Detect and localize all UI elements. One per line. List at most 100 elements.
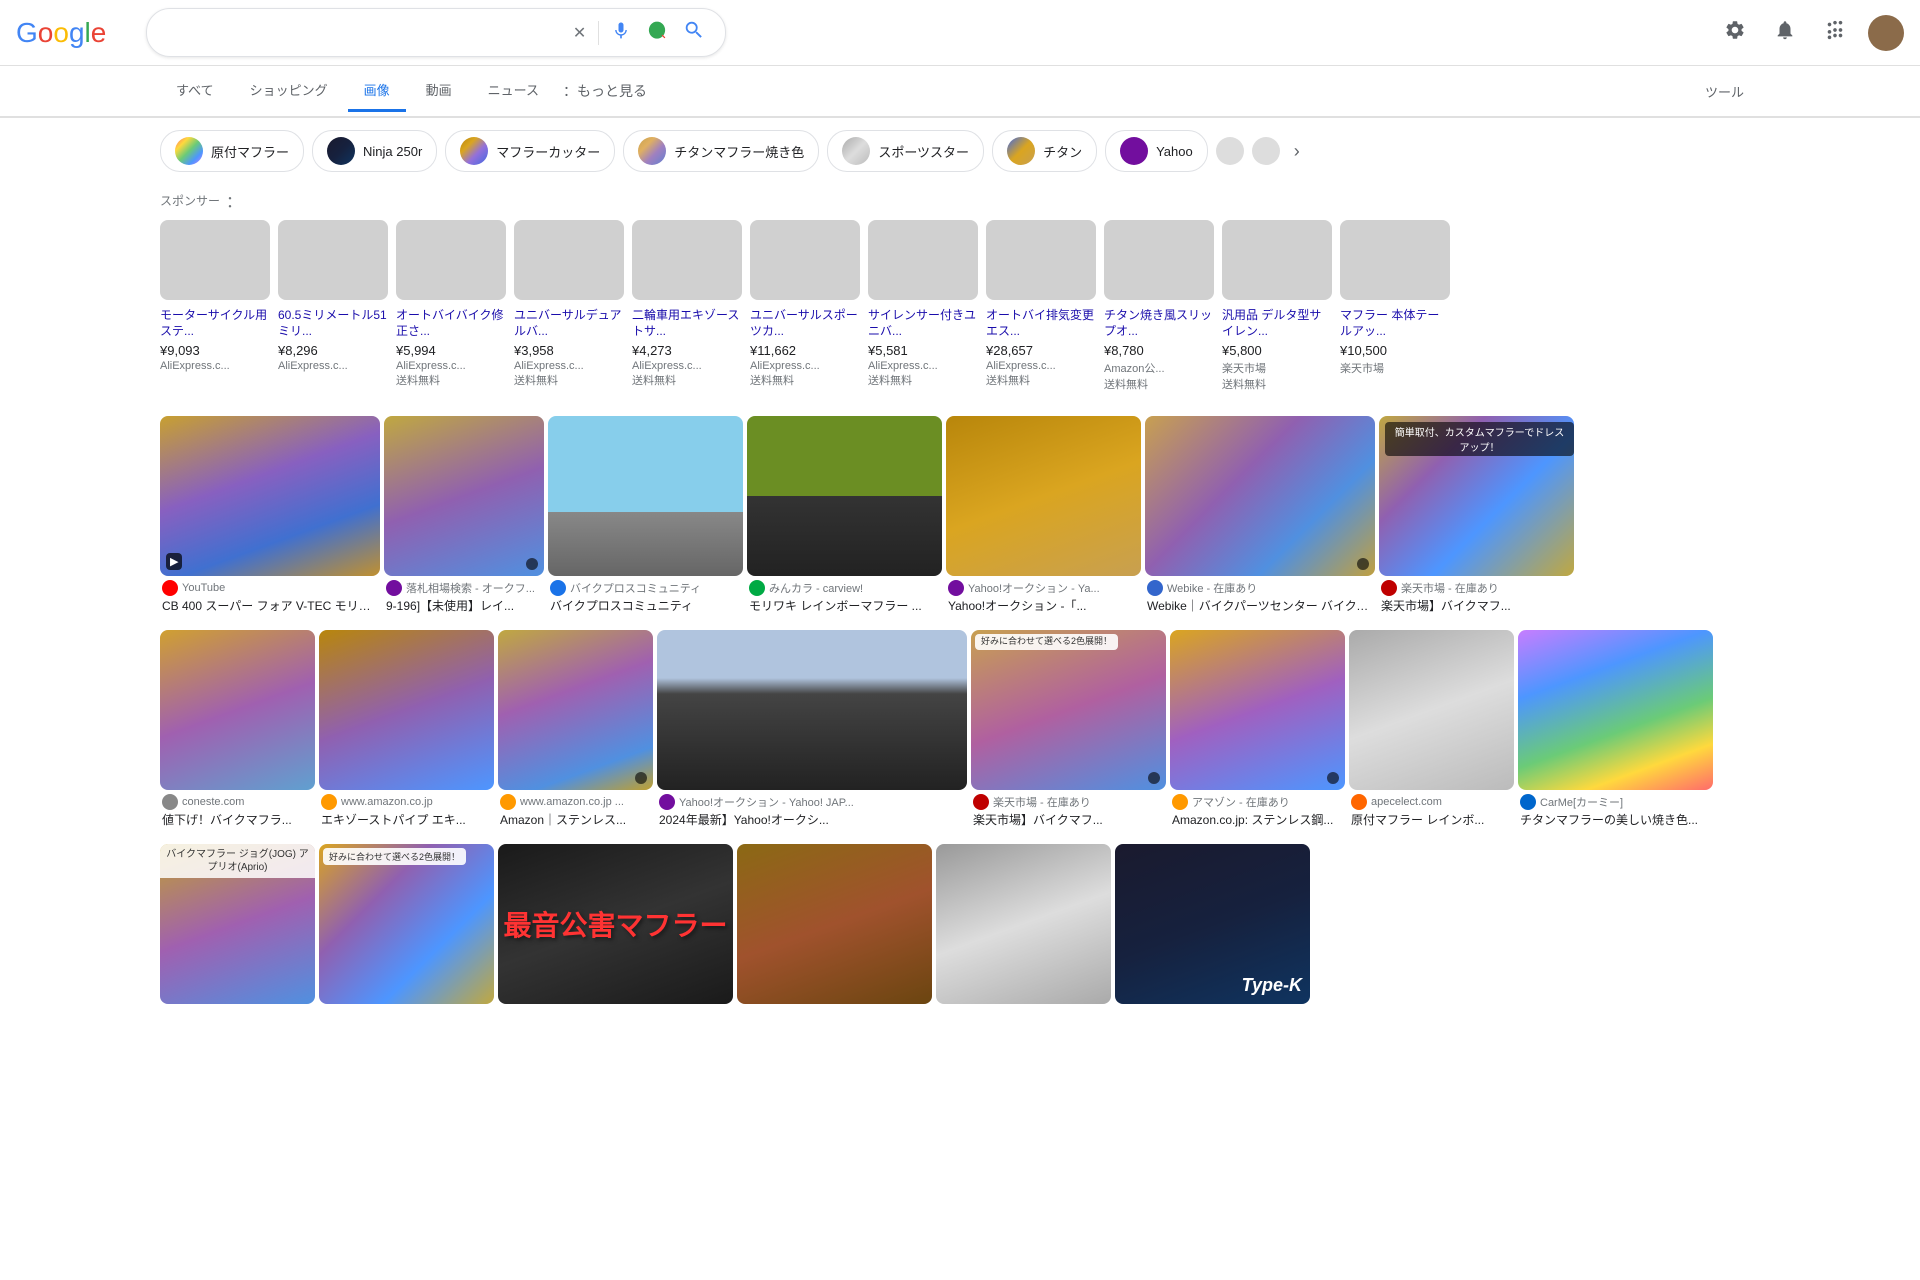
chip-titanium[interactable]: チタン	[992, 130, 1097, 172]
more-options[interactable]: ：もっと見る	[559, 71, 651, 111]
tab-news[interactable]: ニュース	[472, 70, 555, 112]
image-item-coneste[interactable]: coneste.com 値下げ！バイクマフラ...	[160, 630, 315, 836]
chip-label-yahoo: Yahoo	[1156, 144, 1193, 159]
image-item-rakuten-row1[interactable]: 簡単取付、カスタムマフラーでドレスアップ！ 楽天市場 - 在庫あり 楽天市場】バ…	[1379, 416, 1574, 622]
image-meta-coneste: coneste.com 値下げ！バイクマフラ...	[160, 794, 315, 836]
chip-sportster[interactable]: スポーツスター	[827, 130, 984, 172]
auction-badge	[526, 558, 538, 570]
product-source-1: AliExpress.c...	[160, 360, 270, 372]
favicon-bikepro	[550, 580, 566, 596]
image-item-amazon-exhaust[interactable]: アマゾン - 在庫あり Amazon.co.jp: ステンレス鋼...	[1170, 630, 1345, 836]
product-img-11	[1340, 220, 1450, 300]
image-item-amazon-pair[interactable]: www.amazon.co.jp エキゾーストパイプ エキ...	[319, 630, 494, 836]
tab-images[interactable]: 画像	[348, 70, 406, 112]
chip-cutter[interactable]: マフラーカッター	[445, 130, 615, 172]
image-source-yahoo-gold: Yahoo!オークション - Ya...	[948, 580, 1139, 596]
amazon-exhaust-badge	[1327, 772, 1339, 784]
caption-exhaust-muffler: 楽天市場】バイクマフ...	[973, 811, 1164, 828]
product-img-7	[868, 220, 978, 300]
chip-label-titanium: チタンマフラー焼き色	[674, 142, 804, 161]
image-meta-webike: Webike - 在庫あり Webike｜バイクパーツセンター バイクパ...	[1145, 580, 1375, 622]
chip-label-ti: チタン	[1043, 142, 1082, 161]
image-item-bikepro[interactable]: バイクプロスコミュニティ バイクプロスコミュニティ	[548, 416, 743, 622]
image-item-amazon-lg[interactable]: www.amazon.co.jp ... Amazon｜ステンレス...	[498, 630, 653, 836]
image-meta-rainbow-tip: CarMe[カーミー] チタンマフラーの美しい焼き色...	[1518, 794, 1713, 836]
top-label-rakuten: 簡単取付、カスタムマフラーでドレスアップ！	[1385, 422, 1574, 456]
image-item-silver-row3[interactable]	[936, 844, 1111, 1012]
chip-ninja[interactable]: Ninja 250r	[312, 130, 437, 172]
lens-button[interactable]	[643, 16, 671, 49]
image-meta-cb400: YouTube CB 400 スーパー フォア V-TEC モリワ...	[160, 580, 380, 622]
image-item-exhaust-muffler[interactable]: 好みに合わせて選べる2色展開！ 楽天市場 - 在庫あり 楽天市場】バイクマフ..…	[971, 630, 1166, 836]
image-meta-color-band	[319, 1004, 494, 1012]
chip-img-extra1	[1216, 137, 1244, 165]
google-logo[interactable]: Google	[16, 17, 106, 49]
product-card-6[interactable]: ユニバーサルスポーツカ... ¥11,662 AliExpress.c... 送…	[750, 220, 860, 392]
product-shipping-4: 送料無料	[514, 372, 624, 388]
caption-cb400: CB 400 スーパー フォア V-TEC モリワ...	[162, 597, 378, 614]
product-card-9[interactable]: チタン焼き風スリップオ... ¥8,780 Amazon公... 送料無料	[1104, 220, 1214, 392]
image-meta-wood	[737, 1004, 932, 1012]
clear-button[interactable]: ✕	[569, 19, 590, 47]
image-item-yahoo-gold[interactable]: Yahoo!オークション - Ya... Yahoo!オークション -「...	[946, 416, 1141, 622]
product-card-5[interactable]: 二輪車用エキゾーストサ... ¥4,273 AliExpress.c... 送料…	[632, 220, 742, 392]
product-img-9	[1104, 220, 1214, 300]
image-grid: ▶ YouTube CB 400 スーパー フォア V-TEC モリワ... 落…	[0, 408, 1920, 1024]
image-item-silver-exhaust[interactable]: apecelect.com 原付マフラー レインボ...	[1349, 630, 1514, 836]
tab-all[interactable]: すべて	[160, 70, 230, 112]
image-source-amazon-pair: www.amazon.co.jp	[321, 794, 492, 810]
sponsor-more[interactable]: ：	[226, 188, 242, 212]
notifications-button[interactable]	[1768, 13, 1802, 53]
product-card-4[interactable]: ユニバーサルデュアルバ... ¥3,958 AliExpress.c... 送料…	[514, 220, 624, 392]
chips-next-button[interactable]: ›	[1288, 135, 1306, 168]
product-source-3: AliExpress.c...	[396, 360, 506, 372]
tab-videos[interactable]: 動画	[410, 70, 468, 112]
image-item-jog[interactable]: バイクマフラー ジョグ(JOG) アプリオ(Aprio)	[160, 844, 315, 1012]
product-card-7[interactable]: サイレンサー付きユニバ... ¥5,581 AliExpress.c... 送料…	[868, 220, 978, 392]
image-meta-bikepro: バイクプロスコミュニティ バイクプロスコミュニティ	[548, 580, 743, 622]
exhaust-badge	[1148, 772, 1160, 784]
image-item-color-band[interactable]: 好みに合わせて選べる2色展開！	[319, 844, 494, 1012]
search-button[interactable]	[679, 15, 709, 50]
chip-img-ninja	[327, 137, 355, 165]
product-price-1: ¥9,093	[160, 343, 270, 358]
apps-button[interactable]	[1818, 13, 1852, 53]
favicon-yahoo-bike2	[659, 794, 675, 810]
product-card-3[interactable]: オートバイバイク修正さ... ¥5,994 AliExpress.c... 送料…	[396, 220, 506, 392]
source-name-amazon-exhaust: アマゾン - 在庫あり	[1192, 794, 1290, 810]
image-item-osoon[interactable]: 最音公害マフラー	[498, 844, 733, 1012]
avatar[interactable]	[1868, 15, 1904, 51]
favicon-carme	[1520, 794, 1536, 810]
image-item-rainbow-tip[interactable]: CarMe[カーミー] チタンマフラーの美しい焼き色...	[1518, 630, 1713, 836]
product-card-1[interactable]: モーターサイクル用ステ... ¥9,093 AliExpress.c...	[160, 220, 270, 392]
caption-amazon-pair: エキゾーストパイプ エキ...	[321, 811, 492, 828]
chip-img-sportster	[842, 137, 870, 165]
image-meta-amazon-lg: www.amazon.co.jp ... Amazon｜ステンレス...	[498, 794, 653, 836]
image-item-wood[interactable]	[737, 844, 932, 1012]
product-title-5: 二輪車用エキゾーストサ...	[632, 308, 742, 339]
tools-button[interactable]: ツール	[1689, 72, 1760, 111]
favicon-yahoo-auction	[386, 580, 402, 596]
product-price-10: ¥5,800	[1222, 343, 1332, 358]
mic-button[interactable]	[607, 16, 635, 49]
product-card-8[interactable]: オートバイ排気変更エス... ¥28,657 AliExpress.c... 送…	[986, 220, 1096, 392]
chip-img-extra2	[1252, 137, 1280, 165]
product-card-11[interactable]: マフラー 本体テールアッ... ¥10,500 楽天市場	[1340, 220, 1450, 392]
chip-img-ti	[1007, 137, 1035, 165]
chip-titanium-color[interactable]: チタンマフラー焼き色	[623, 130, 819, 172]
chip-yahoo[interactable]: Yahoo	[1105, 130, 1208, 172]
image-item-typek[interactable]: Type-K	[1115, 844, 1310, 1012]
product-source-11: 楽天市場	[1340, 360, 1450, 376]
image-item-webike[interactable]: Webike - 在庫あり Webike｜バイクパーツセンター バイクパ...	[1145, 416, 1375, 622]
search-input[interactable]: バイクマフラー レインボー	[163, 24, 561, 42]
image-item-carview[interactable]: みんカラ - carview! モリワキ レインボーマフラー ...	[747, 416, 942, 622]
chip-genki-muffler[interactable]: 原付マフラー	[160, 130, 304, 172]
product-card-2[interactable]: 60.5ミリメートル51ミリ... ¥8,296 AliExpress.c...	[278, 220, 388, 392]
product-source-4: AliExpress.c...	[514, 360, 624, 372]
tab-shopping[interactable]: ショッピング	[234, 70, 344, 112]
image-item-auction[interactable]: 落札相場検索 - オークフ... 9-196]【未使用】レイ...	[384, 416, 544, 622]
image-item-bike2[interactable]: Yahoo!オークション - Yahoo! JAP... 2024年最新】Yah…	[657, 630, 967, 836]
product-card-10[interactable]: 汎用品 デルタ型サイレン... ¥5,800 楽天市場 送料無料	[1222, 220, 1332, 392]
image-item-cb400[interactable]: ▶ YouTube CB 400 スーパー フォア V-TEC モリワ...	[160, 416, 380, 622]
settings-button[interactable]	[1718, 13, 1752, 53]
